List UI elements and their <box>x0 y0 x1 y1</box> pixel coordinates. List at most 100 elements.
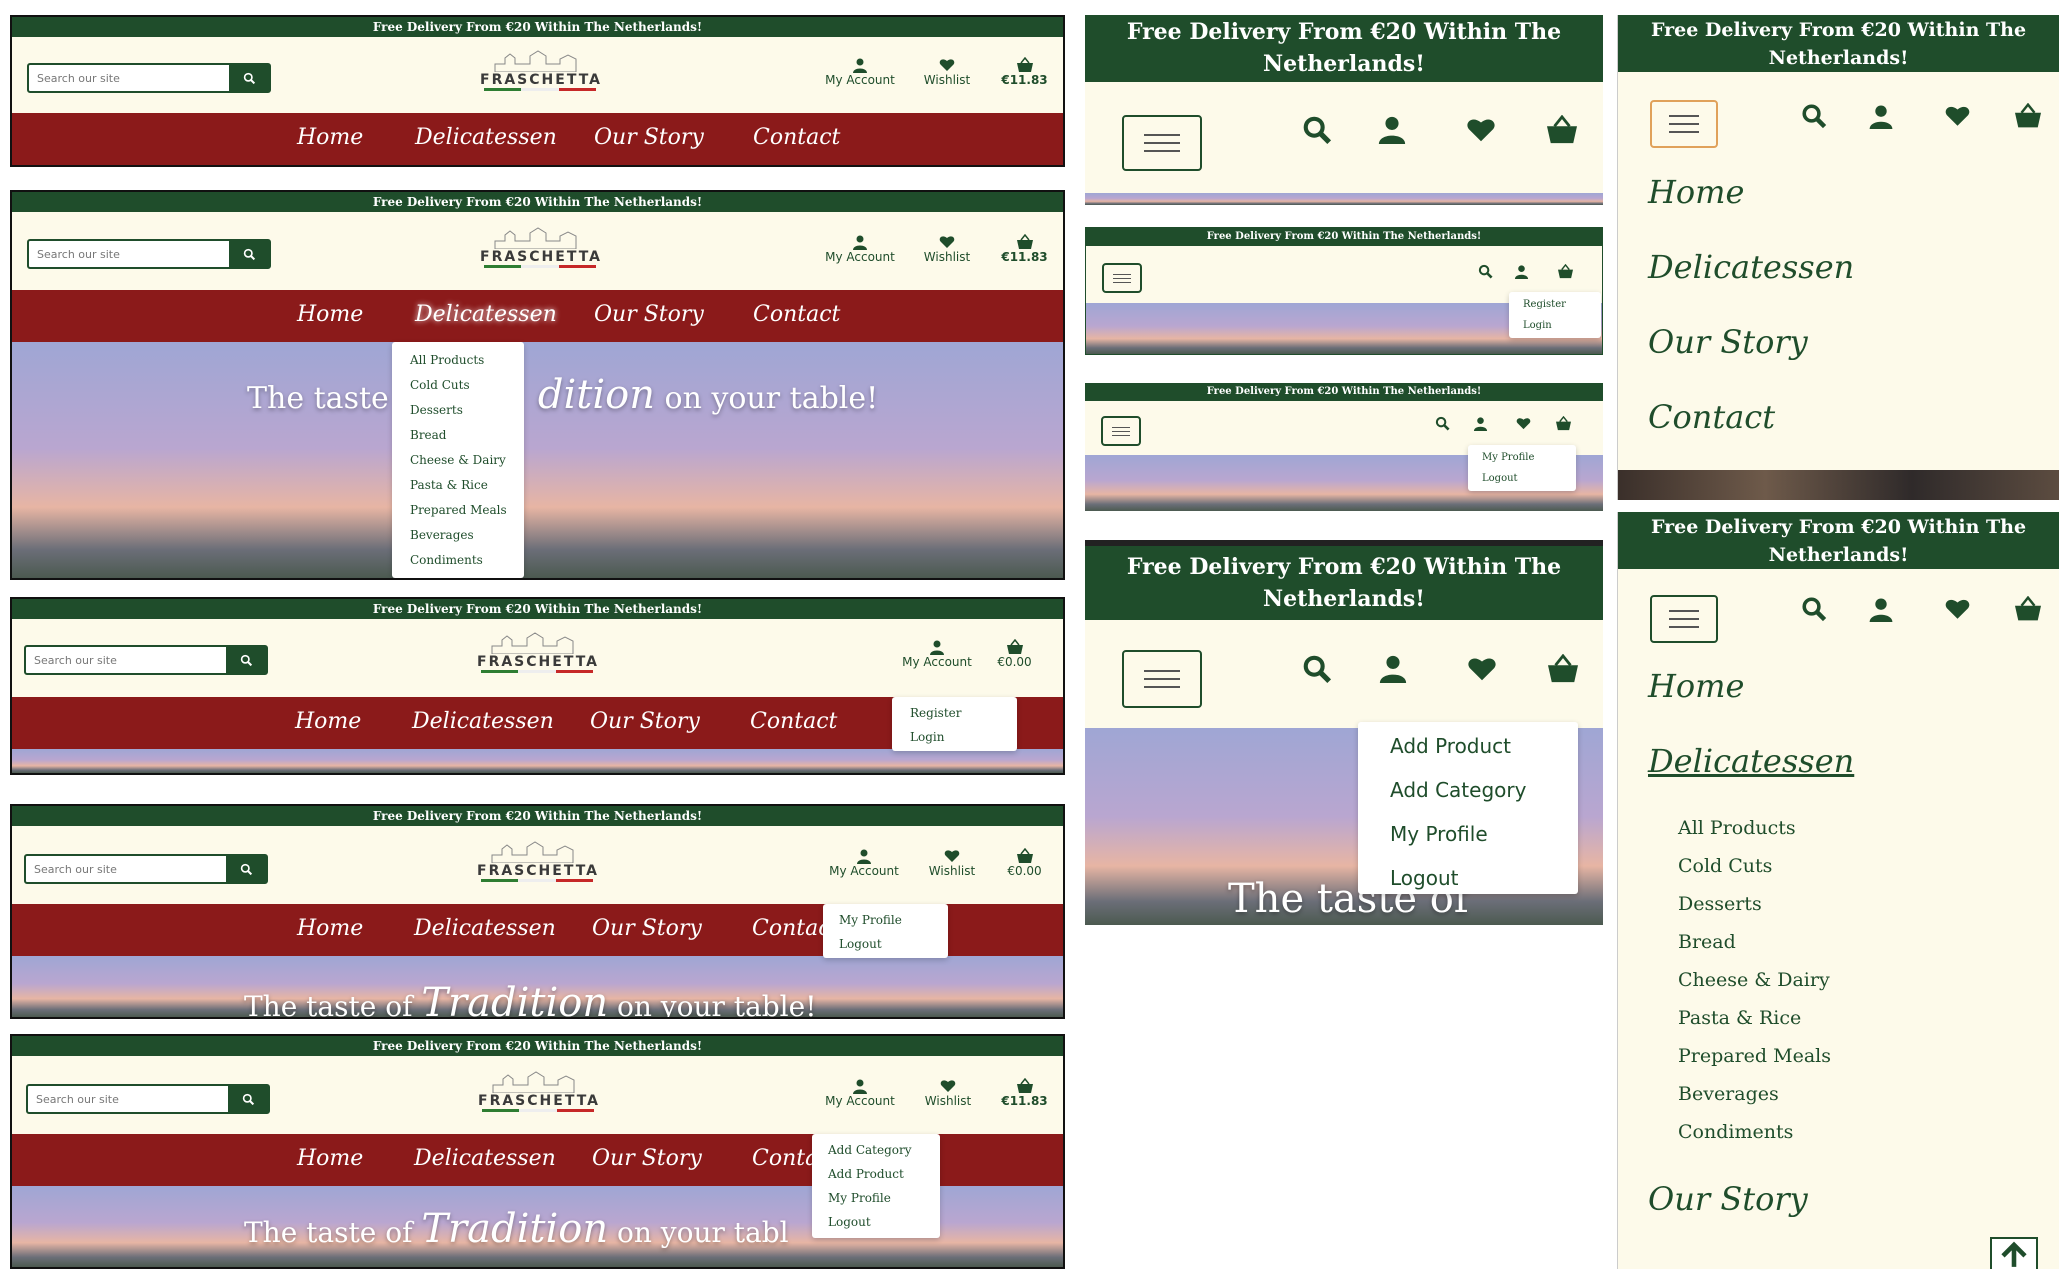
dd-login[interactable]: Login <box>910 725 1017 749</box>
mnav-home[interactable]: Home <box>1648 173 1744 211</box>
dd-logout[interactable]: Logout <box>1390 856 1578 900</box>
dd-item[interactable]: Prepared Meals <box>410 498 524 523</box>
nav-delicatessen[interactable]: Delicatessen <box>415 125 557 150</box>
dd-item[interactable]: All Products <box>410 348 524 373</box>
heart-icon[interactable] <box>1465 115 1497 145</box>
heart-icon[interactable] <box>1944 103 1971 129</box>
basket-icon[interactable] <box>2013 596 2043 622</box>
dd-my-profile[interactable]: My Profile <box>828 1186 940 1210</box>
dd-my-profile[interactable]: My Profile <box>1390 812 1578 856</box>
msub-item[interactable]: Prepared Meals <box>1678 1045 1831 1067</box>
nav-our-story[interactable]: Our Story <box>592 916 702 941</box>
hamburger-button[interactable] <box>1102 263 1142 293</box>
hamburger-button[interactable] <box>1122 650 1202 708</box>
nav-our-story[interactable]: Our Story <box>594 125 704 150</box>
search-button[interactable] <box>226 647 266 673</box>
search-input[interactable]: Search our site <box>26 647 226 673</box>
hamburger-button[interactable] <box>1122 115 1202 171</box>
wishlist-link[interactable]: Wishlist <box>918 1078 978 1108</box>
search-icon[interactable] <box>1801 596 1827 622</box>
basket-icon[interactable] <box>2013 103 2043 129</box>
account-link[interactable]: My Account <box>820 57 900 87</box>
mnav-delicatessen[interactable]: Delicatessen <box>1648 742 1854 780</box>
dd-register[interactable]: Register <box>910 701 1017 725</box>
search-button[interactable] <box>229 241 269 267</box>
nav-our-story[interactable]: Our Story <box>590 709 700 734</box>
msub-item[interactable]: Desserts <box>1678 893 1762 915</box>
site-logo[interactable]: FRASCHETTA <box>478 1071 598 1112</box>
dd-add-category[interactable]: Add Category <box>1390 768 1578 812</box>
search-input[interactable]: Search our site <box>29 241 229 267</box>
basket-icon[interactable] <box>1555 416 1572 431</box>
search-input[interactable]: Search our site <box>28 1086 228 1112</box>
account-link[interactable]: My Account <box>820 1078 900 1108</box>
msub-item[interactable]: Condiments <box>1678 1121 1793 1143</box>
search-button[interactable] <box>228 1086 268 1112</box>
basket-icon[interactable] <box>1546 654 1580 684</box>
nav-home[interactable]: Home <box>297 302 363 327</box>
dd-add-product[interactable]: Add Product <box>1390 724 1578 768</box>
msub-item[interactable]: Bread <box>1678 931 1736 953</box>
search-icon[interactable] <box>1435 416 1450 431</box>
search-button[interactable] <box>229 65 269 91</box>
wishlist-link[interactable]: Wishlist <box>917 57 977 87</box>
nav-delicatessen[interactable]: Delicatessen <box>412 709 554 734</box>
nav-delicatessen[interactable]: Delicatessen <box>415 302 557 327</box>
search-input[interactable]: Search our site <box>29 65 229 91</box>
basket-link[interactable]: €11.83 <box>997 234 1052 264</box>
search-icon[interactable] <box>1302 654 1332 684</box>
nav-contact[interactable]: Contact <box>753 302 840 327</box>
dd-item[interactable]: Cold Cuts <box>410 373 524 398</box>
nav-delicatessen[interactable]: Delicatessen <box>414 916 556 941</box>
search-form[interactable]: Search our site <box>26 1084 270 1114</box>
search-button[interactable] <box>226 856 266 882</box>
user-icon[interactable] <box>1377 113 1407 145</box>
dd-item[interactable]: Pasta & Rice <box>410 473 524 498</box>
hamburger-button[interactable] <box>1650 100 1718 148</box>
user-icon[interactable] <box>1868 596 1894 622</box>
hamburger-button[interactable] <box>1650 595 1718 643</box>
account-link[interactable]: My Account <box>820 234 900 264</box>
user-icon[interactable] <box>1514 264 1529 279</box>
dd-add-category[interactable]: Add Category <box>828 1138 940 1162</box>
nav-home[interactable]: Home <box>297 125 363 150</box>
nav-contact[interactable]: Contact <box>753 125 840 150</box>
mnav-delicatessen[interactable]: Delicatessen <box>1648 248 1854 286</box>
mnav-home[interactable]: Home <box>1648 667 1744 705</box>
nav-delicatessen[interactable]: Delicatessen <box>414 1146 556 1171</box>
msub-item[interactable]: Cold Cuts <box>1678 855 1772 877</box>
user-icon[interactable] <box>1378 652 1408 684</box>
search-icon[interactable] <box>1302 115 1332 145</box>
basket-link[interactable]: €0.00 <box>987 639 1042 669</box>
nav-our-story[interactable]: Our Story <box>594 302 704 327</box>
msub-item[interactable]: Beverages <box>1678 1083 1779 1105</box>
mnav-our-story[interactable]: Our Story <box>1648 323 1808 361</box>
site-logo[interactable]: FRASCHETTA <box>480 227 600 268</box>
dd-item[interactable]: Cheese & Dairy <box>410 448 524 473</box>
basket-icon[interactable] <box>1557 264 1574 279</box>
nav-contact[interactable]: Contac <box>752 916 831 941</box>
dd-item[interactable]: Beverages <box>410 523 524 548</box>
search-icon[interactable] <box>1478 264 1493 279</box>
site-logo[interactable]: FRASCHETTA <box>480 50 600 91</box>
hamburger-button[interactable] <box>1101 416 1141 446</box>
basket-icon[interactable] <box>1545 115 1579 145</box>
site-logo[interactable]: FRASCHETTA <box>477 632 597 673</box>
heart-icon[interactable] <box>1466 654 1498 684</box>
account-link[interactable]: My Account <box>897 639 977 669</box>
search-icon[interactable] <box>1801 103 1827 129</box>
dd-my-profile[interactable]: My Profile <box>1482 447 1576 468</box>
wishlist-link[interactable]: Wishlist <box>917 234 977 264</box>
dd-item[interactable]: Desserts <box>410 398 524 423</box>
search-input[interactable]: Search our site <box>26 856 226 882</box>
dd-item[interactable]: Bread <box>410 423 524 448</box>
nav-home[interactable]: Home <box>297 916 363 941</box>
search-form[interactable]: Search our site <box>27 63 271 93</box>
site-logo[interactable]: FRASCHETTA <box>477 841 597 882</box>
dd-login[interactable]: Login <box>1523 315 1601 336</box>
search-form[interactable]: Search our site <box>24 645 268 675</box>
dd-logout[interactable]: Logout <box>1482 468 1576 489</box>
basket-link[interactable]: €11.83 <box>997 57 1052 87</box>
nav-our-story[interactable]: Our Story <box>592 1146 702 1171</box>
nav-home[interactable]: Home <box>295 709 361 734</box>
